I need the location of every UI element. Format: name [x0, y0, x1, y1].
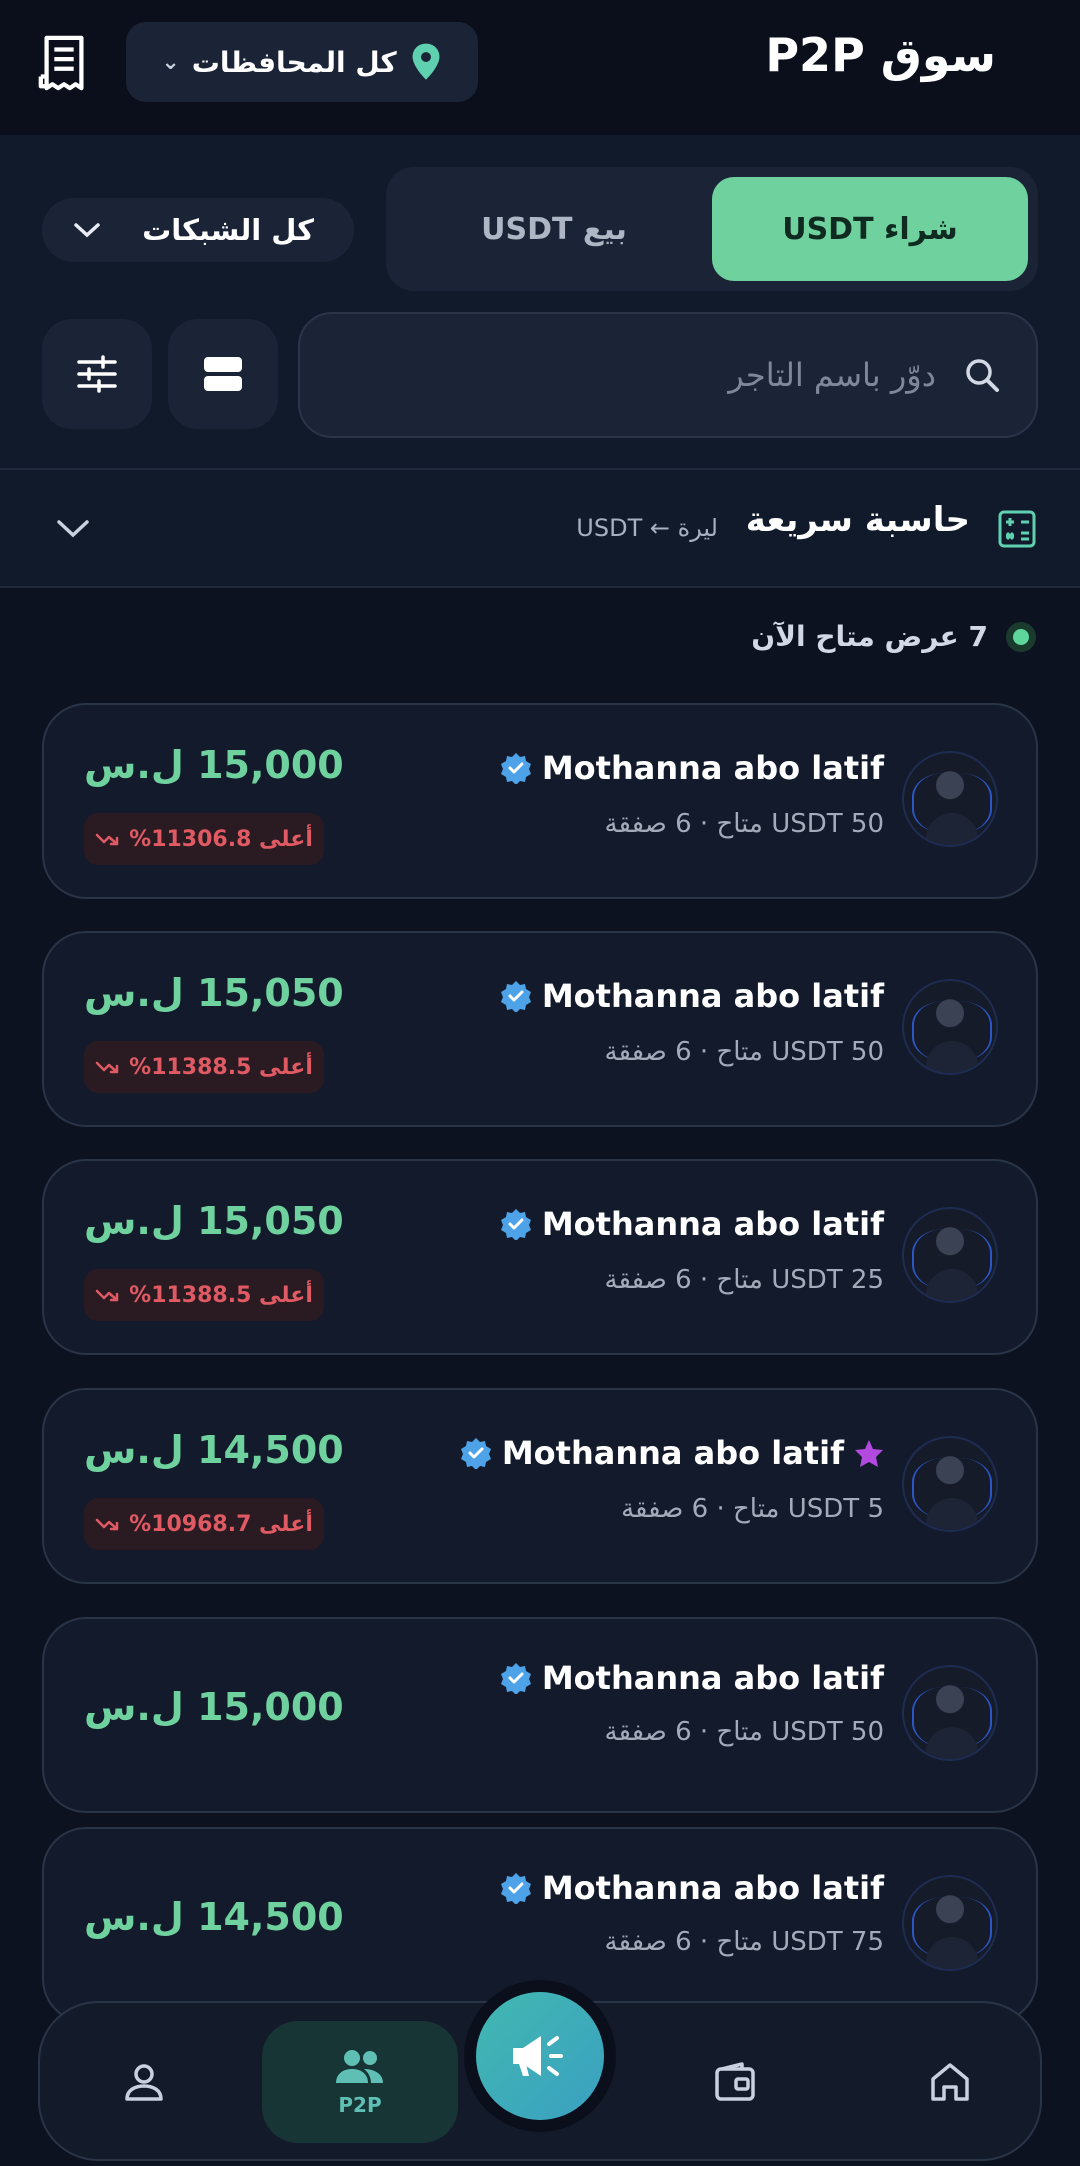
offer-price: 15,000 ل.س: [84, 1685, 344, 1729]
offer-meta: 50 USDT متاح · 6 صفقة: [604, 1037, 884, 1067]
network-select[interactable]: كل الشبكات: [42, 198, 354, 262]
trend-down-icon: [95, 1289, 119, 1302]
verified-badge-icon: [500, 1209, 531, 1240]
offer-card[interactable]: Mothanna abo latif 25 USDT متاح · 6 صفقة 1…: [42, 1159, 1038, 1355]
merchant-search[interactable]: دوّر باسم التاجر: [298, 312, 1038, 438]
merchant-name[interactable]: Mothanna abo latif: [542, 749, 884, 787]
offer-card[interactable]: Mothanna abo latif 50 USDT متاح · 6 صفقة 1…: [42, 931, 1038, 1127]
trend-down-icon: [95, 1518, 119, 1531]
trade-type-tabs: شراء USDT بيع USDT: [386, 167, 1038, 291]
online-dot: [1006, 621, 1036, 652]
merchant-name[interactable]: Mothanna abo latif: [542, 1869, 884, 1907]
tab-sell[interactable]: بيع USDT: [396, 177, 712, 281]
list-view-icon: [204, 357, 242, 391]
announce-fab[interactable]: [476, 1992, 604, 2120]
price-diff-badge: أعلى 10968.7%: [84, 1498, 324, 1550]
price-diff-badge: أعلى 11388.5%: [84, 1269, 324, 1321]
verified-badge-icon: [500, 981, 531, 1012]
nav-profile[interactable]: [46, 2021, 242, 2143]
nav-p2p-label: P2P: [338, 2093, 382, 2117]
megaphone-icon: [513, 2036, 563, 2076]
offer-card[interactable]: Mothanna abo latif 50 USDT متاح · 6 صفقة 1…: [42, 1617, 1038, 1813]
price-diff-badge: أعلى 11388.5%: [84, 1041, 324, 1093]
verified-badge-icon: [460, 1438, 491, 1469]
sliders-icon: [77, 355, 117, 393]
announce-button[interactable]: [464, 1980, 616, 2132]
merchant-name[interactable]: Mothanna abo latif: [502, 1434, 844, 1472]
chevron-down-icon: [74, 223, 100, 238]
chevron-down-icon: ⌄: [161, 49, 180, 75]
filter-panel: شراء USDT بيع USDT كل الشبكات دوّر باسم …: [0, 135, 1080, 470]
chevron-down-icon: [57, 520, 89, 538]
merchant-name[interactable]: Mothanna abo latif: [542, 977, 884, 1015]
merchant-name[interactable]: Mothanna abo latif: [542, 1205, 884, 1243]
verified-badge-icon: [500, 753, 531, 784]
offer-meta: 50 USDT متاح · 6 صفقة: [604, 809, 884, 839]
filters-button[interactable]: [42, 319, 152, 429]
avatar[interactable]: [902, 979, 998, 1075]
offer-meta: 75 USDT متاح · 6 صفقة: [604, 1927, 884, 1957]
view-toggle-button[interactable]: [168, 319, 278, 429]
tab-buy[interactable]: شراء USDT: [712, 177, 1028, 281]
governorate-label: كل المحافظات: [191, 45, 397, 79]
offer-price: 14,500 ل.س: [84, 1428, 344, 1472]
merchant-name-row: Mothanna abo latif: [500, 1205, 884, 1243]
trend-down-icon: [95, 833, 119, 846]
wallet-icon: [715, 2062, 755, 2101]
search-placeholder: دوّر باسم التاجر: [728, 356, 936, 394]
receipt-icon[interactable]: [36, 34, 92, 92]
governorate-select[interactable]: كل المحافظات ⌄: [126, 22, 478, 102]
avatar[interactable]: [902, 1665, 998, 1761]
offers-count: 7 عرض متاح الآن: [751, 620, 988, 653]
offer-meta: 50 USDT متاح · 6 صفقة: [604, 1717, 884, 1747]
offer-price: 14,500 ل.س: [84, 1895, 344, 1939]
offers-status: 7 عرض متاح الآن: [751, 620, 1036, 653]
offer-card[interactable]: Mothanna abo latif 50 USDT متاح · 6 صفقة 1…: [42, 703, 1038, 899]
quick-calculator[interactable]: حاسبة سريعة ليرة ← USDT: [0, 470, 1080, 588]
users-icon: [336, 2050, 383, 2083]
merchant-name[interactable]: Mothanna abo latif: [542, 1659, 884, 1697]
offer-price: 15,050 ل.س: [84, 971, 344, 1015]
avatar[interactable]: [902, 1436, 998, 1532]
price-diff-text: أعلى 11388.5%: [129, 1282, 313, 1308]
offer-meta: 5 USDT متاح · 6 صفقة: [621, 1494, 884, 1524]
merchant-name-row: Mothanna abo latif: [500, 977, 884, 1015]
avatar[interactable]: [902, 751, 998, 847]
star-icon: [855, 1440, 883, 1467]
price-diff-text: أعلى 11306.8%: [129, 826, 313, 852]
nav-p2p[interactable]: P2P: [262, 2021, 458, 2143]
merchant-name-row: Mothanna abo latif: [500, 1869, 884, 1907]
price-diff-text: أعلى 11388.5%: [129, 1054, 313, 1080]
merchant-name-row: Mothanna abo latif: [500, 749, 884, 787]
calculator-icon: [998, 510, 1036, 548]
calculator-title: حاسبة سريعة: [745, 500, 970, 540]
page-title: سوق P2P: [765, 28, 996, 82]
avatar[interactable]: [902, 1875, 998, 1971]
nav-wallet[interactable]: [637, 2021, 833, 2143]
offer-price: 15,050 ل.س: [84, 1199, 344, 1243]
price-diff-text: أعلى 10968.7%: [129, 1511, 313, 1537]
top-header: سوق P2P كل المحافظات ⌄: [0, 0, 1080, 135]
nav-home[interactable]: [852, 2021, 1048, 2143]
avatar[interactable]: [902, 1207, 998, 1303]
user-icon: [125, 2064, 163, 2101]
merchant-name-row: Mothanna abo latif: [460, 1434, 884, 1472]
verified-badge-icon: [500, 1873, 531, 1904]
network-label: كل الشبكات: [142, 213, 314, 247]
verified-badge-icon: [500, 1663, 531, 1694]
location-pin-icon: [412, 43, 440, 80]
price-diff-badge: أعلى 11306.8%: [84, 813, 324, 865]
offer-card[interactable]: Mothanna abo latif 5 USDT متاح · 6 صفقة 14…: [42, 1388, 1038, 1584]
calculator-subtitle: ليرة ← USDT: [576, 514, 718, 542]
offer-meta: 25 USDT متاح · 6 صفقة: [604, 1265, 884, 1295]
merchant-name-row: Mothanna abo latif: [500, 1659, 884, 1697]
home-icon: [931, 2063, 969, 2101]
search-icon: [966, 359, 999, 392]
trend-down-icon: [95, 1061, 119, 1074]
offer-price: 15,000 ل.س: [84, 743, 344, 787]
